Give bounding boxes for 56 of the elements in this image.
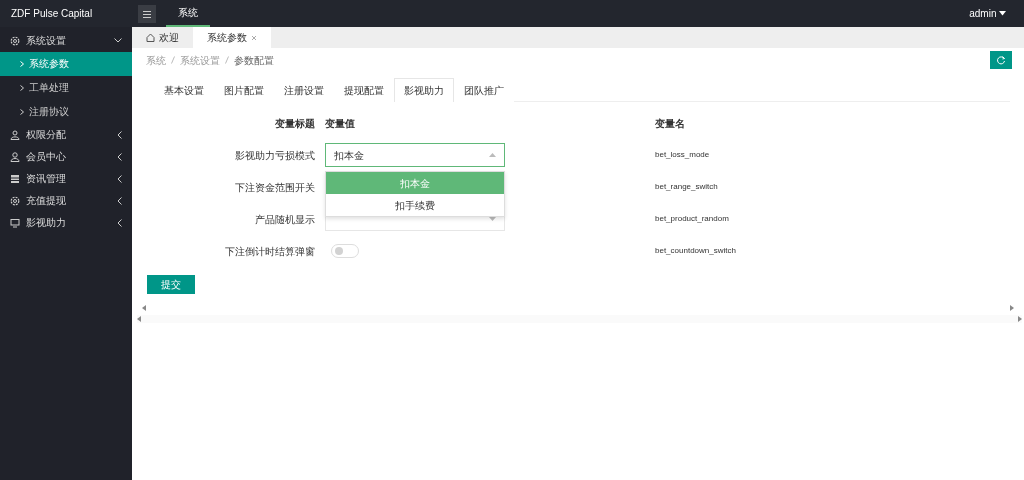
dropdown-option[interactable]: 扣手续费: [326, 194, 504, 216]
horizontal-scrollbar[interactable]: [142, 304, 1014, 312]
chevron-right-icon: [20, 84, 24, 91]
menu-icon: [143, 10, 151, 18]
page-tab[interactable]: 欢迎: [132, 27, 193, 48]
chevron-left-icon: [117, 196, 122, 205]
column-header: 变量名: [655, 116, 685, 131]
user-icon: [10, 151, 20, 162]
variable-name: bet_range_switch: [655, 181, 718, 193]
field-label: 下注倒计时结算弹窗: [224, 244, 316, 259]
gear-icon: [10, 35, 20, 46]
monitor-icon: [10, 217, 20, 228]
sidebar-item[interactable]: 系统设置: [0, 29, 132, 52]
column-header: 变量标题: [274, 116, 316, 131]
variable-name: bet_loss_mode: [655, 149, 710, 161]
close-icon: [251, 34, 257, 41]
sidebar-item[interactable]: 会员中心: [0, 145, 132, 168]
sidebar-item[interactable]: 权限分配: [0, 123, 132, 146]
variable-name: bet_product_random: [655, 213, 729, 225]
variable-name: bet_countdown_switch: [655, 245, 736, 257]
field-label: 下注资金范围开关: [234, 180, 316, 195]
select-field[interactable]: 扣本金: [325, 143, 505, 167]
column-header: 变量值: [325, 116, 355, 131]
field-label: 产品随机显示: [254, 212, 316, 227]
horizontal-scrollbar[interactable]: [137, 314, 1022, 323]
refresh-icon: [996, 55, 1006, 65]
sidebar-subitem[interactable]: 系统参数: [0, 51, 132, 76]
toggle-switch[interactable]: [331, 244, 359, 258]
chevron-right-icon: [20, 60, 24, 67]
chevron-left-icon: [117, 152, 122, 161]
settings-tab[interactable]: 影视助力: [394, 78, 454, 102]
table-icon: [10, 173, 20, 184]
chevron-left-icon: [117, 174, 122, 183]
sidebar-subitem[interactable]: 工单处理: [0, 75, 132, 100]
breadcrumb-current: 参数配置: [234, 53, 274, 68]
caret-icon: [999, 11, 1006, 16]
chevron-right-icon: [20, 108, 24, 115]
refresh-button[interactable]: [990, 51, 1012, 69]
sidebar-item[interactable]: 充值提现: [0, 189, 132, 212]
chevron-down-icon: [114, 38, 122, 43]
caret-up-icon: [489, 153, 496, 157]
chevron-left-icon: [117, 130, 122, 139]
menu-button[interactable]: [138, 5, 156, 23]
separator-icon: [225, 56, 229, 64]
gear-icon: [10, 195, 20, 206]
page-tab[interactable]: 系统参数: [193, 27, 271, 48]
user-menu[interactable]: admin: [963, 5, 1012, 22]
separator-icon: [171, 56, 175, 64]
sidebar-subitem[interactable]: 注册协议: [0, 99, 132, 124]
home-icon: [146, 33, 155, 42]
chevron-left-icon: [117, 218, 122, 227]
sidebar-item[interactable]: 资讯管理: [0, 167, 132, 190]
field-label: 影视助力亏损模式: [234, 148, 316, 163]
submit-button[interactable]: 提交: [147, 275, 195, 294]
app-title: ZDF Pulse Capital: [10, 7, 94, 21]
sidebar-item[interactable]: 影视助力: [0, 211, 132, 234]
